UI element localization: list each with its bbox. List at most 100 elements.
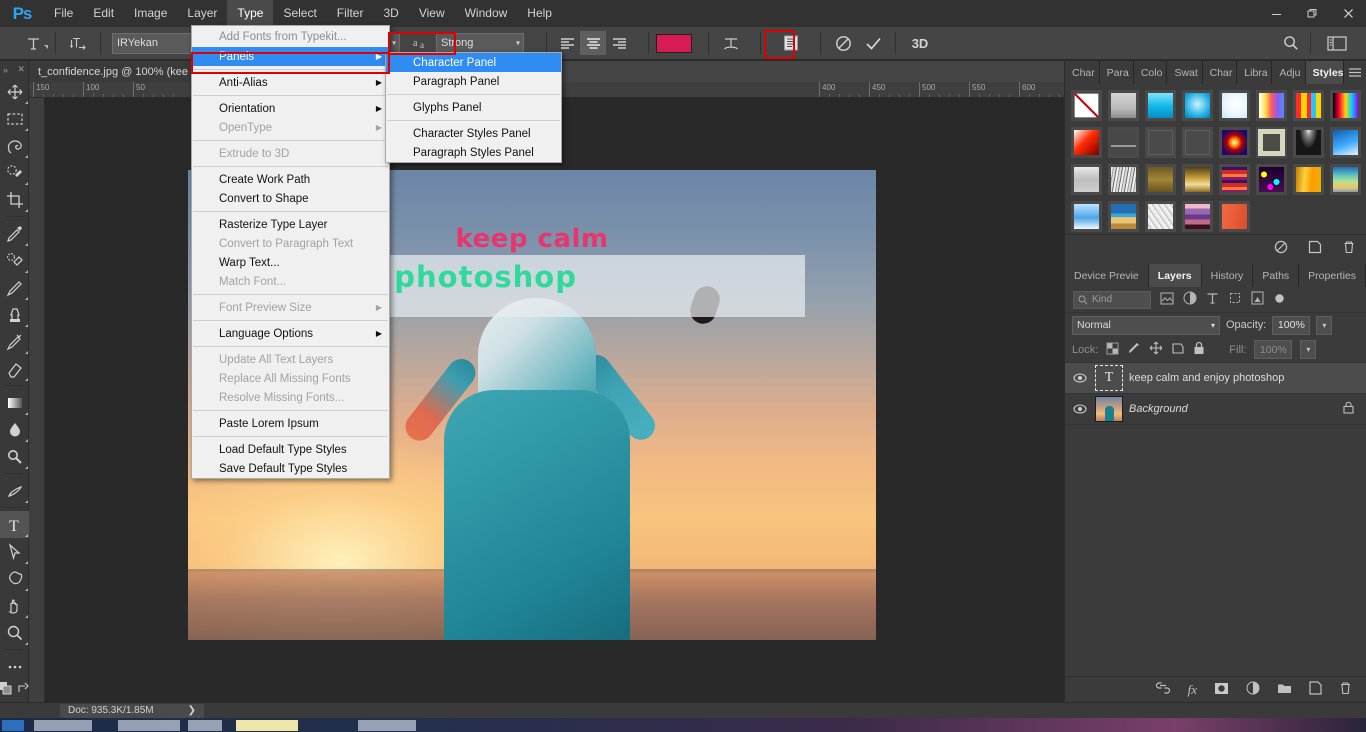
style-brass[interactable]: [1145, 164, 1176, 195]
style-beach[interactable]: [1108, 201, 1139, 232]
filter-toggle-icon[interactable]: [1273, 292, 1286, 308]
toggle-character-paragraph-panels-icon[interactable]: [776, 30, 806, 56]
menu-filter[interactable]: Filter: [327, 0, 374, 27]
delete-layer-icon[interactable]: [1339, 681, 1352, 698]
layers-tab-paths[interactable]: Paths: [1253, 264, 1300, 287]
menu-item-add-fonts-from-typekit[interactable]: Add Fonts from Typekit...: [192, 26, 389, 47]
link-layers-icon[interactable]: [1155, 682, 1171, 697]
new-adjustment-layer-icon[interactable]: [1246, 681, 1260, 698]
edit-toolbar-tool-icon[interactable]: [0, 653, 29, 680]
menu-3d[interactable]: 3D: [373, 0, 408, 27]
layers-tab-properties[interactable]: Properties: [1299, 264, 1366, 287]
filter-type-icon[interactable]: [1206, 292, 1219, 308]
new-group-icon[interactable]: [1277, 682, 1292, 697]
fill-stepper-chevron-icon[interactable]: ▾: [1300, 340, 1317, 359]
menu-select[interactable]: Select: [273, 0, 326, 27]
layer-row[interactable]: Tkeep calm and enjoy photoshop: [1065, 363, 1366, 394]
align-right-icon[interactable]: [606, 31, 632, 55]
layers-tab-layers[interactable]: Layers: [1148, 264, 1202, 287]
menu-item-anti-alias[interactable]: Anti-Alias ▶: [192, 73, 389, 92]
layer-thumbnail-image[interactable]: [1095, 396, 1123, 422]
eraser-tool-icon[interactable]: [0, 355, 29, 382]
layer-row[interactable]: Background: [1065, 394, 1366, 425]
brush-tool-icon[interactable]: [0, 274, 29, 301]
filter-adjustment-icon[interactable]: [1183, 291, 1197, 308]
style-black-metal[interactable]: [1293, 127, 1324, 158]
panel-menu-icon[interactable]: [1343, 61, 1366, 84]
menu-item-load-default-type-styles[interactable]: Load Default Type Styles: [192, 440, 389, 459]
style-rainbow-blur[interactable]: [1330, 164, 1361, 195]
fill-value[interactable]: 100%: [1254, 340, 1293, 359]
text-color-swatch[interactable]: [656, 33, 692, 53]
panel-tab-colo-2[interactable]: Colo: [1133, 61, 1168, 84]
quick-selection-tool-icon[interactable]: [0, 159, 29, 186]
minimize-button[interactable]: [1258, 0, 1294, 27]
menu-window[interactable]: Window: [455, 0, 518, 27]
style-spectrum[interactable]: [1330, 90, 1361, 121]
layer-filter-kind-select[interactable]: Kind: [1073, 290, 1151, 309]
style-none[interactable]: [1071, 90, 1102, 121]
panel-tab-styles-7[interactable]: Styles: [1305, 61, 1344, 84]
zoom-tool-icon[interactable]: [0, 619, 29, 646]
menu-item-warp-text[interactable]: Warp Text...: [192, 253, 389, 272]
menu-item-paste-lorem-ipsum[interactable]: Paste Lorem Ipsum: [192, 414, 389, 433]
style-silver[interactable]: [1071, 164, 1102, 195]
workspace-switcher-icon[interactable]: [1322, 30, 1352, 56]
style-striped-sunset[interactable]: [1219, 164, 1250, 195]
blend-mode-select[interactable]: Normal ▾: [1072, 315, 1220, 335]
dodge-tool-icon[interactable]: [0, 443, 29, 470]
type-menu-dropdown[interactable]: Add Fonts from Typekit... Panels ▶ Anti-Al…: [191, 25, 390, 479]
search-icon[interactable]: [1276, 30, 1306, 56]
rectangular-marquee-tool-icon[interactable]: [0, 105, 29, 132]
filter-shape-icon[interactable]: [1228, 291, 1242, 308]
cancel-edits-icon[interactable]: [828, 30, 858, 56]
style-thin-line[interactable]: [1108, 127, 1139, 158]
menu-type[interactable]: Type: [227, 0, 274, 27]
tool-preset-chevron-icon[interactable]: [44, 45, 48, 49]
style-basic-drop-shadow[interactable]: [1108, 90, 1139, 121]
style-golden-satin[interactable]: [1293, 164, 1324, 195]
menu-layer[interactable]: Layer: [177, 0, 227, 27]
layers-tab-history[interactable]: History: [1201, 264, 1254, 287]
align-center-icon[interactable]: [580, 31, 606, 55]
restore-button[interactable]: [1294, 0, 1330, 27]
style-white-texture[interactable]: [1145, 201, 1176, 232]
style-sunburst[interactable]: [1219, 127, 1250, 158]
panels-submenu[interactable]: Character Panel Paragraph Panel Glyphs Pan…: [385, 52, 562, 163]
taskbar-item[interactable]: [118, 719, 180, 731]
style-blue-glass[interactable]: [1182, 90, 1213, 121]
delete-style-icon[interactable]: [1342, 240, 1356, 257]
spot-healing-brush-tool-icon[interactable]: [0, 247, 29, 274]
vertical-ruler[interactable]: [29, 98, 45, 702]
taskbar-item[interactable]: [34, 719, 92, 731]
eyedropper-tool-icon[interactable]: [0, 220, 29, 247]
taskbar-item[interactable]: [236, 719, 298, 731]
type-tool-icon[interactable]: T: [0, 511, 29, 538]
menu-item-character-panel[interactable]: Character Panel: [386, 53, 561, 72]
menu-item-convert-to-shape[interactable]: Convert to Shape: [192, 189, 389, 208]
document-info[interactable]: Doc: 935.3K/1.85M ❯: [60, 703, 204, 718]
panel-tab-para-1[interactable]: Para: [1099, 61, 1134, 84]
menu-item-create-work-path[interactable]: Create Work Path: [192, 170, 389, 189]
style-empty-outline-1[interactable]: [1145, 127, 1176, 158]
clear-style-icon[interactable]: [1274, 240, 1288, 257]
menu-item-glyphs-panel[interactable]: Glyphs Panel: [386, 98, 561, 117]
style-beveled-frame[interactable]: [1256, 127, 1287, 158]
menu-view[interactable]: View: [409, 0, 455, 27]
style-sky-gradient[interactable]: [1071, 201, 1102, 232]
close-button[interactable]: [1330, 0, 1366, 27]
lasso-tool-icon[interactable]: [0, 132, 29, 159]
custom-shape-tool-icon[interactable]: [0, 565, 29, 592]
menu-file[interactable]: File: [44, 0, 83, 27]
layer-style-fx-icon[interactable]: fx: [1188, 682, 1197, 698]
menu-item-paragraph-styles-panel[interactable]: Paragraph Styles Panel: [386, 143, 561, 162]
style-confetti[interactable]: [1256, 164, 1287, 195]
style-blue-gel[interactable]: [1145, 90, 1176, 121]
menu-help[interactable]: Help: [517, 0, 562, 27]
opacity-value[interactable]: 100%: [1272, 315, 1311, 335]
document-tab[interactable]: t_confidence.jpg @ 100% (kee: [29, 61, 198, 82]
style-orange-flat[interactable]: [1219, 201, 1250, 232]
blur-tool-icon[interactable]: [0, 416, 29, 443]
layer-visibility-icon[interactable]: [1071, 373, 1089, 383]
panel-tab-char-0[interactable]: Char: [1065, 61, 1100, 84]
